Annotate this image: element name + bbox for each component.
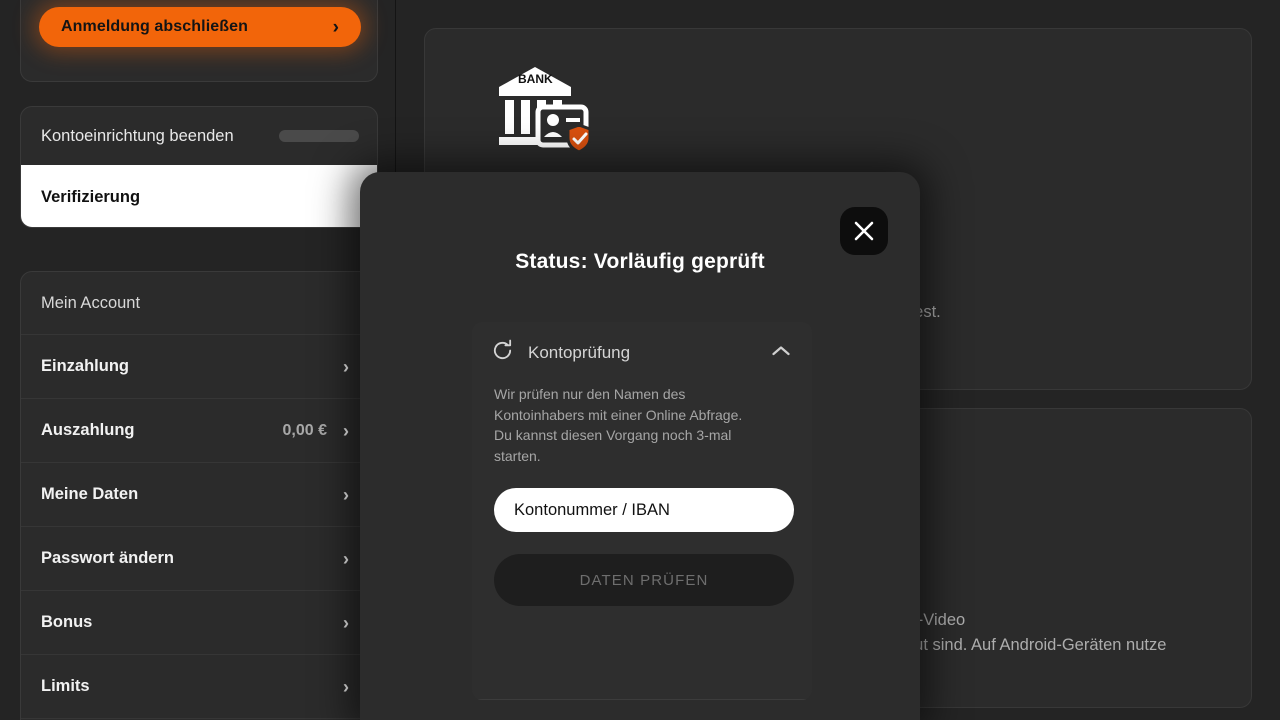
signup-promo-card: Anmeldung abschließen › <box>20 0 378 82</box>
chevron-up-icon <box>772 344 790 362</box>
close-button[interactable] <box>840 207 888 255</box>
chevron-right-icon: › <box>343 676 349 697</box>
menu-item-label: Meine Daten <box>41 485 139 503</box>
complete-signup-label: Anmeldung abschließen <box>61 18 249 35</box>
account-menu-card: Mein Account Einzahlung › Auszahlung 0,0… <box>20 271 378 720</box>
modal-title: Status: Vorläufig geprüft <box>515 250 765 273</box>
account-setup-label: Kontoeinrichtung beenden <box>41 126 234 145</box>
kontopruefung-body: Wir prüfen nur den Namen des Kontoinhabe… <box>472 384 812 606</box>
sidebar-item-einzahlung[interactable]: Einzahlung › <box>21 335 377 399</box>
account-menu-header: Mein Account <box>21 272 377 335</box>
sidebar: Anmeldung abschließen › Kontoeinrichtung… <box>0 0 396 720</box>
menu-item-label: Limits <box>41 677 90 695</box>
sidebar-item-verifizierung[interactable]: Verifizierung › <box>21 165 377 227</box>
kontopruefung-description: Wir prüfen nur den Namen des Kontoinhabe… <box>494 386 743 464</box>
sidebar-item-kontoeinrichtung[interactable]: Kontoeinrichtung beenden <box>21 107 377 165</box>
kontopruefung-title: Kontoprüfung <box>528 343 631 362</box>
sidebar-item-limits[interactable]: Limits › <box>21 655 377 719</box>
iban-input[interactable] <box>494 488 794 532</box>
sidebar-item-meine-daten[interactable]: Meine Daten › <box>21 463 377 527</box>
svg-text:BANK: BANK <box>518 72 553 86</box>
refresh-icon <box>491 339 514 367</box>
complete-signup-button[interactable]: Anmeldung abschließen › <box>39 7 361 47</box>
kontopruefung-section: Kontoprüfung Wir prüfen nur den Namen de… <box>472 322 812 700</box>
chevron-right-icon: › <box>343 548 349 569</box>
account-setup-progressbar <box>279 130 359 142</box>
chevron-right-icon: › <box>343 356 349 377</box>
menu-item-label: Passwort ändern <box>41 549 174 567</box>
check-data-button[interactable]: DATEN PRÜFEN <box>494 554 794 606</box>
chevron-right-icon: › <box>332 16 339 38</box>
menu-item-label: Einzahlung <box>41 357 129 375</box>
sidebar-item-auszahlung[interactable]: Auszahlung 0,00 € › <box>21 399 377 463</box>
sidebar-item-passwort-aendern[interactable]: Passwort ändern › <box>21 527 377 591</box>
bank-icon: BANK <box>495 61 1215 160</box>
account-setup-card: Kontoeinrichtung beenden Verifizierung › <box>20 106 378 228</box>
auszahlung-amount: 0,00 € <box>282 421 327 439</box>
chevron-right-icon: › <box>343 612 349 633</box>
chevron-right-icon: › <box>343 420 349 441</box>
kontopruefung-header[interactable]: Kontoprüfung <box>472 322 812 384</box>
sidebar-item-bonus[interactable]: Bonus › <box>21 591 377 655</box>
menu-item-label: Bonus <box>41 613 93 631</box>
close-icon <box>854 221 874 241</box>
verifizierung-label: Verifizierung <box>41 187 141 206</box>
menu-item-label: Auszahlung <box>41 421 135 439</box>
status-modal: Status: Vorläufig geprüft Kontoprüfung W… <box>360 172 920 720</box>
chevron-right-icon: › <box>343 484 349 505</box>
section-divider <box>472 699 812 700</box>
app-root: BANK Bestätige Dein Spielerkonto mit Dei… <box>0 0 1280 720</box>
